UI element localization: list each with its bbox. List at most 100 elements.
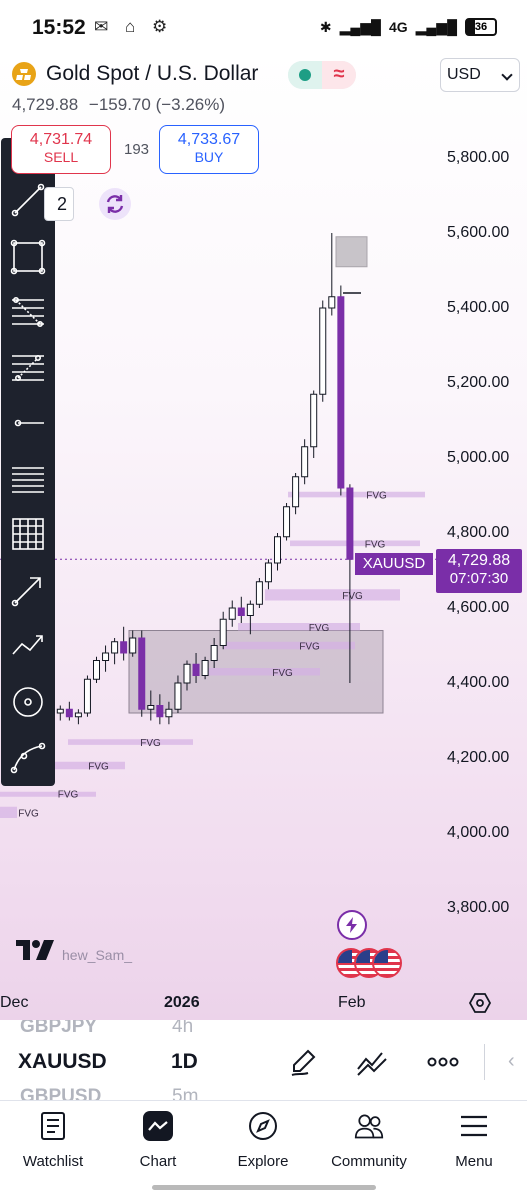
signal-icon: ▂▄▆█: [339, 18, 381, 35]
fvg-label: FVG: [366, 491, 387, 502]
bull-candle: [129, 637, 137, 654]
drawing-toolbar: [1, 138, 55, 786]
bear-candle: [65, 708, 73, 718]
symbol-title[interactable]: Gold Spot / U.S. Dollar: [46, 62, 258, 86]
nav-community[interactable]: Community: [324, 1111, 414, 1170]
price-tick: 4,600.00: [447, 599, 510, 616]
divider: [484, 1044, 485, 1080]
arrow-icon[interactable]: [8, 570, 48, 610]
lightning-icon[interactable]: [337, 910, 367, 940]
fib-extension-icon[interactable]: [8, 348, 48, 388]
us-flag-icon[interactable]: [372, 948, 402, 978]
fvg-label: FVG: [88, 762, 109, 773]
next-timeframe[interactable]: 5m: [172, 1086, 198, 1100]
indicators-button[interactable]: [354, 1044, 390, 1080]
fvg-zone: [0, 806, 17, 818]
bull-candle: [111, 641, 119, 654]
trend-line-icon[interactable]: [8, 180, 48, 220]
bull-candle: [147, 705, 155, 710]
fvg-zone: [288, 491, 425, 498]
price-tick: 4,800.00: [447, 524, 510, 541]
buy-label: BUY: [194, 149, 224, 165]
home-indicator[interactable]: [152, 1185, 376, 1190]
path-icon[interactable]: [8, 626, 48, 666]
fvg-zone: [205, 668, 320, 676]
nav-menu[interactable]: Menu: [429, 1111, 519, 1170]
nav-watchlist[interactable]: Watchlist: [8, 1111, 98, 1170]
fvg-zone: [68, 739, 193, 745]
prev-timeframe[interactable]: 4h: [172, 1020, 193, 1038]
bull-candle: [274, 536, 281, 564]
wave-icon: ≈: [322, 61, 356, 89]
current-timeframe[interactable]: 1D: [171, 1050, 198, 1074]
more-dots-icon: [427, 1057, 459, 1067]
market-open-dot-icon: [299, 69, 311, 81]
watchlist-icon: [41, 1112, 65, 1140]
bull-candle: [165, 708, 173, 718]
partial-value-box[interactable]: 2: [44, 187, 74, 221]
nav-label: Watchlist: [22, 1153, 84, 1170]
currency-select[interactable]: USD: [440, 58, 520, 92]
buy-button[interactable]: 4,733.67 BUY: [159, 125, 259, 174]
bear-candle: [237, 607, 245, 616]
market-status-pill[interactable]: ≈: [288, 61, 356, 89]
last-price-value: 4,729.88: [447, 552, 511, 569]
refresh-button[interactable]: [99, 188, 131, 220]
fvg-zone: [238, 623, 360, 631]
nav-label: Chart: [139, 1153, 177, 1170]
tradingview-logo-icon: [16, 940, 54, 960]
bull-candle: [102, 652, 110, 661]
chevron-left-icon[interactable]: ‹: [508, 1050, 515, 1073]
fvg-zone: [0, 791, 96, 797]
symbol-scroller[interactable]: GBPJPY 4h XAUUSD 1D GBPUSD 5m ‹: [0, 1020, 527, 1100]
community-icon: [354, 1114, 384, 1139]
price-tick: 4,400.00: [447, 674, 510, 691]
bull-candle: [201, 660, 209, 676]
nav-label: Menu: [455, 1153, 493, 1170]
bear-candle: [192, 663, 200, 676]
refresh-icon: [106, 195, 124, 213]
price-tick: 4,200.00: [447, 749, 510, 766]
grid-icon[interactable]: [8, 514, 48, 554]
network-type: 4G: [388, 19, 408, 35]
nav-label: Community: [331, 1153, 407, 1170]
current-symbol[interactable]: XAUUSD: [18, 1050, 107, 1074]
next-symbol[interactable]: GBPUSD: [20, 1086, 101, 1100]
price-tick: 5,200.00: [447, 374, 510, 391]
nav-explore[interactable]: Explore: [218, 1111, 308, 1170]
prev-symbol[interactable]: GBPJPY: [20, 1020, 97, 1038]
bear-candle: [337, 296, 345, 489]
chart-settings-icon[interactable]: [468, 991, 492, 1015]
bull-candle: [283, 506, 291, 538]
price-tick: 5,600.00: [447, 224, 510, 241]
bear-candle: [156, 705, 164, 718]
bull-candle: [74, 712, 82, 718]
fvg-label: FVG: [58, 790, 79, 801]
status-right: ✱ ▂▄▆█ 4G ▂▄▆█ 36: [320, 16, 497, 38]
horizontal-lines-icon[interactable]: [8, 458, 48, 498]
fvg-label: FVG: [18, 808, 39, 819]
price-change: −159.70 (−3.26%): [88, 95, 226, 114]
more-button[interactable]: [425, 1044, 461, 1080]
bull-candle: [210, 645, 218, 661]
sell-price: 4,731.74: [29, 131, 93, 148]
bar-countdown: 07:07:30: [449, 570, 509, 587]
fvg-zone: [290, 540, 420, 547]
fib-retracement-icon[interactable]: [8, 292, 48, 332]
spread-value: 193: [124, 141, 150, 158]
buy-price: 4,733.67: [177, 131, 241, 148]
fvg-label: FVG: [342, 591, 363, 602]
rectangle-icon[interactable]: [8, 237, 48, 277]
nav-chart[interactable]: Chart: [113, 1111, 203, 1170]
horizontal-ray-icon[interactable]: [8, 403, 48, 443]
circle-target-icon[interactable]: [8, 682, 48, 722]
draw-button[interactable]: [285, 1044, 321, 1080]
bull-candle: [292, 476, 300, 508]
bull-candle: [301, 446, 309, 478]
economic-events[interactable]: [336, 948, 406, 978]
sell-button[interactable]: 4,731.74 SELL: [11, 125, 111, 174]
bull-candle: [56, 708, 64, 714]
curve-icon[interactable]: [8, 738, 48, 778]
fvg-zone: [265, 589, 400, 601]
nav-label: Explore: [237, 1153, 289, 1170]
